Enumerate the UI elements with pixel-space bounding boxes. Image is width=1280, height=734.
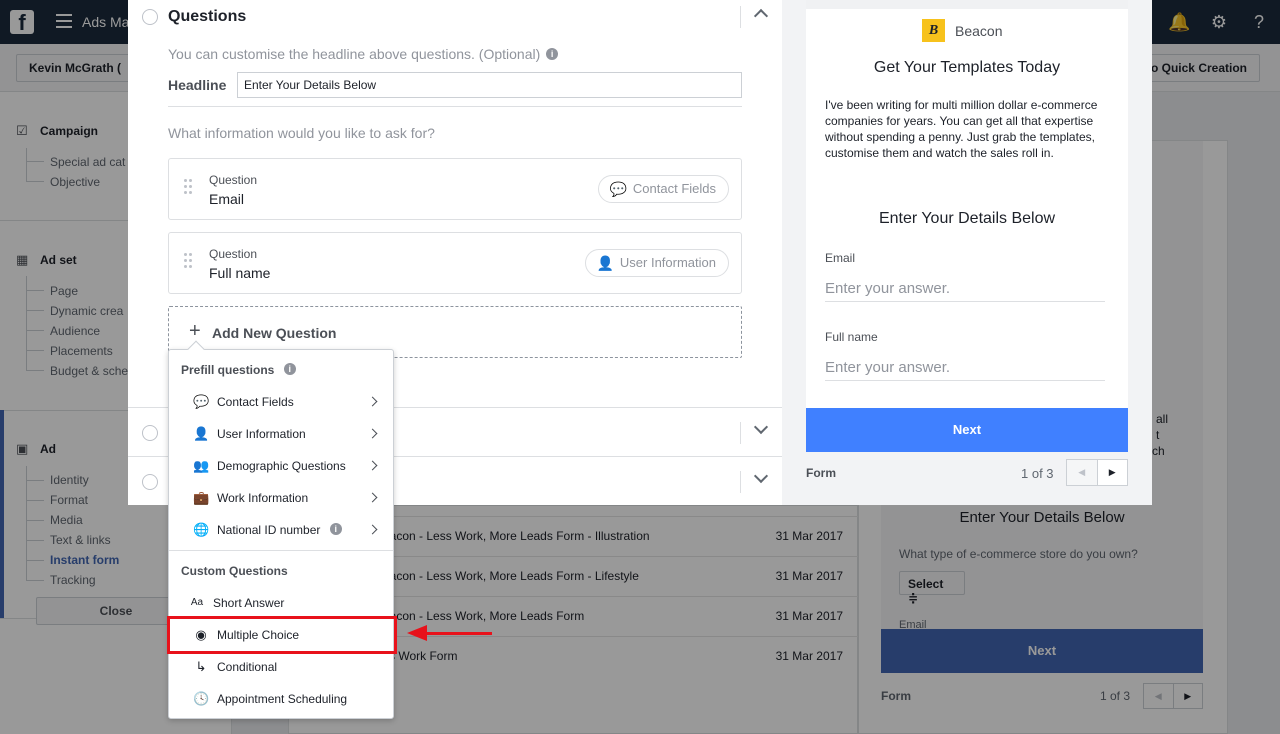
headline-input[interactable] (237, 72, 742, 98)
preview-title: Get Your Templates Today (873, 59, 1061, 76)
menu-item-work-information[interactable]: 💼 Work Information (169, 482, 393, 514)
annotation-arrow-head (407, 625, 427, 641)
ask-label: What information would you like to ask f… (168, 125, 435, 141)
chevron-up-icon[interactable] (753, 8, 769, 24)
chevron-right-icon (367, 396, 378, 407)
preview-next-button[interactable]: Next (806, 408, 1128, 452)
highlight-box (167, 616, 397, 654)
plus-icon: + (189, 320, 201, 342)
question-label: Question (209, 247, 258, 261)
preview-cover-image (806, 0, 1128, 9)
brand-name: Beacon (955, 23, 1003, 39)
menu-item-appointment-scheduling[interactable]: 🕓 Appointment Scheduling (169, 683, 393, 715)
prefill-questions-heading: Prefill questions i (181, 363, 296, 377)
question-label: Question (209, 173, 258, 187)
info-icon[interactable]: i (283, 363, 296, 375)
preview-form-label: Form (806, 466, 836, 480)
section-status-radio (142, 425, 158, 441)
info-icon[interactable]: i (546, 48, 559, 60)
preview-field-label: Email (825, 251, 856, 265)
chevron-right-icon (367, 460, 378, 471)
menu-item-national-id-number[interactable]: 🌐 National ID number i (169, 514, 393, 546)
add-new-question-label: Add New Question (212, 325, 337, 341)
branch-icon: ↳ (195, 659, 207, 674)
questions-title: Questions (168, 8, 247, 25)
question-type-tag: 💬 Contact Fields (598, 175, 729, 203)
preview-email-input[interactable]: Enter your answer. (825, 280, 1105, 302)
question-value: Email (209, 191, 245, 207)
drag-handle-icon[interactable] (184, 253, 194, 271)
chat-icon: 💬 (609, 181, 627, 197)
info-icon[interactable]: i (329, 523, 342, 535)
text-icon: Aa (190, 597, 204, 608)
briefcase-icon: 💼 (193, 490, 210, 505)
preview-page-indicator: 1 of 3 (1021, 466, 1054, 481)
section-status-radio (142, 9, 158, 25)
section-status-radio (142, 474, 158, 490)
globe-icon: 🌐 (193, 522, 210, 537)
chevron-down-icon[interactable] (753, 468, 769, 484)
chat-icon: 💬 (193, 394, 210, 409)
menu-item-contact-fields[interactable]: 💬 Contact Fields (169, 386, 393, 418)
chevron-down-icon[interactable] (753, 419, 769, 435)
add-question-menu: Prefill questions i 💬 Contact Fields 👤 U… (168, 349, 394, 719)
preview-body: I've been writing for multi million doll… (825, 98, 1098, 160)
person-icon: 👤 (193, 426, 210, 441)
prev-page-icon[interactable]: ◀ (1067, 460, 1098, 485)
form-preview: B Beacon Get Your Templates Today I've b… (782, 0, 1152, 505)
next-page-icon[interactable]: ▶ (1098, 460, 1128, 485)
chevron-right-icon (367, 524, 378, 535)
menu-item-conditional[interactable]: ↳ Conditional (169, 651, 393, 683)
headline-description: You can customise the headline above que… (168, 46, 559, 62)
question-type-tag: 👤 User Information (585, 249, 729, 277)
question-card-full-name[interactable]: Question Full name 👤 User Information (168, 232, 742, 294)
person-icon: 👤 (596, 255, 614, 271)
chevron-right-icon (367, 492, 378, 503)
question-value: Full name (209, 265, 271, 281)
annotation-arrow (424, 632, 492, 635)
clock-icon: 🕓 (193, 691, 210, 706)
preview-full-name-input[interactable]: Enter your answer. (825, 359, 1105, 381)
menu-item-short-answer[interactable]: Aa Short Answer (169, 587, 393, 619)
headline-label: Headline (168, 77, 227, 93)
question-card-email[interactable]: Question Email 💬 Contact Fields (168, 158, 742, 220)
preview-field-label: Full name (825, 330, 878, 344)
preview-subtitle: Enter Your Details Below (878, 210, 1056, 227)
menu-item-user-information[interactable]: 👤 User Information (169, 418, 393, 450)
custom-questions-heading: Custom Questions (181, 564, 288, 578)
chevron-right-icon (367, 428, 378, 439)
menu-item-demographic-questions[interactable]: 👥 Demographic Questions (169, 450, 393, 482)
preview-pager: ◀ ▶ (1066, 459, 1128, 486)
brand-logo-icon: B (922, 19, 945, 42)
drag-handle-icon[interactable] (184, 179, 194, 197)
group-icon: 👥 (193, 458, 210, 473)
